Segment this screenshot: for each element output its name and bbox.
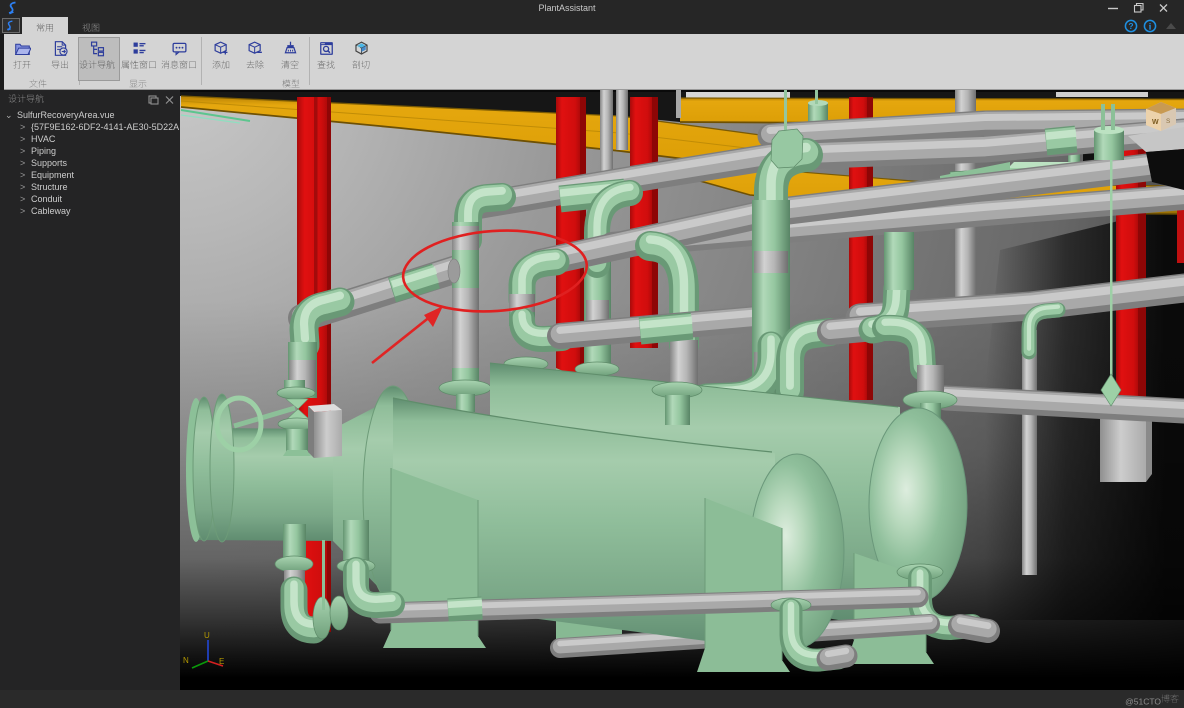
svg-text:N: N [183,656,189,665]
svg-text:S: S [1166,118,1171,125]
svg-text:W: W [1152,119,1159,126]
svg-text:U: U [204,631,210,640]
svg-text:i: i [1149,22,1152,32]
svg-text:E: E [219,657,224,666]
svg-text:?: ? [1128,21,1133,31]
